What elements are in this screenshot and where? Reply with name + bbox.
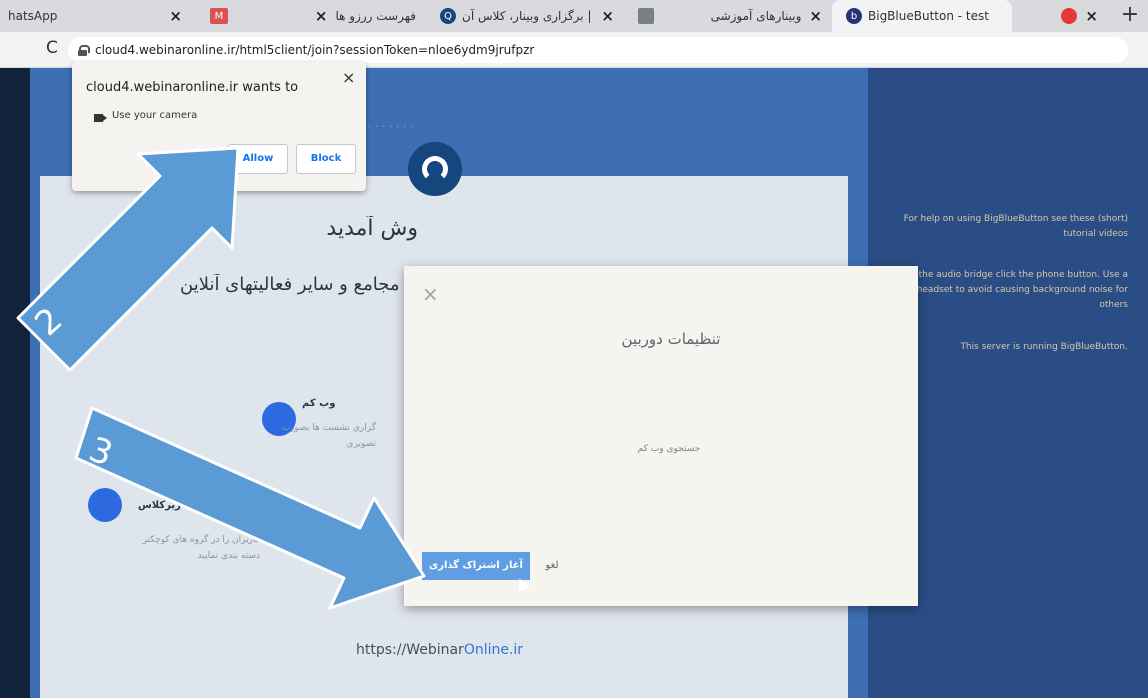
allow-button[interactable]: Allow <box>228 144 288 174</box>
webinar-logo-icon: Q <box>440 8 456 24</box>
qr-icon <box>638 8 654 24</box>
browser-tab-bar: hatsApp × M × فهرست ررزو ها Q وبینار آنل… <box>0 0 1148 32</box>
footer-url-main: Webinar <box>406 642 464 658</box>
close-icon[interactable]: × <box>422 282 439 306</box>
tab-educational-webinars[interactable]: وبینارهای آموزشی × <box>690 0 830 32</box>
tab-close-icon[interactable]: × <box>1085 7 1098 25</box>
tab-close-icon[interactable]: × <box>169 7 182 25</box>
welcome-title: وش آمدید <box>326 216 418 241</box>
permission-request: Use your camera <box>112 110 198 121</box>
cancel-button[interactable]: لغو <box>534 556 570 576</box>
footer-url-accent: Online.ir <box>463 642 524 658</box>
tab-label: BigBlueButton - test <box>868 9 989 23</box>
permission-title: cloud4.webinaronline.ir wants to <box>86 80 299 95</box>
tab-recording[interactable]: × <box>1012 0 1106 32</box>
feature-desc: کاربران را در گروه های کوچکتر دسته بندی ن… <box>142 535 260 561</box>
footer-url-prefix: https:// <box>356 642 407 658</box>
breakout-feature-icon <box>88 488 122 522</box>
reload-icon[interactable]: C <box>46 38 58 58</box>
mail-icon: M <box>210 8 228 24</box>
feature-title: وب کم <box>302 398 336 409</box>
chat-tabs-strip: · · · · · · · <box>368 120 414 133</box>
sidebar-server-text: This server is running BigBlueButton. <box>960 342 1128 352</box>
close-icon[interactable]: × <box>342 68 355 87</box>
sidebar-audio-text: join the audio bridge click the phone bu… <box>899 270 1128 310</box>
tab-close-icon[interactable]: × <box>601 7 614 25</box>
camera-settings-modal: × تنظیمات دوربین جستجوی وب کم آغاز اشترا… <box>404 266 918 606</box>
tab-bigbluebutton[interactable]: b BigBlueButton - test <box>832 0 1012 32</box>
tab-close-icon[interactable]: × <box>315 7 328 25</box>
webinar-logo-icon <box>408 142 462 196</box>
url-field[interactable]: cloud4.webinaronline.ir/html5client/join… <box>68 37 1128 63</box>
camera-permission-popup: cloud4.webinaronline.ir wants to × Use y… <box>72 62 366 191</box>
url-text: cloud4.webinaronline.ir/html5client/join… <box>95 43 535 57</box>
new-tab-button[interactable]: + <box>1118 4 1142 28</box>
camera-icon <box>94 114 103 122</box>
footer-url[interactable]: https://WebinarOnline.ir <box>356 642 523 658</box>
modal-title: تنظیمات دوربین <box>621 330 721 348</box>
tab-label: فهرست ررزو ها <box>335 9 416 23</box>
tab-label: وبینارهای آموزشی <box>710 9 802 23</box>
block-button[interactable]: Block <box>296 144 356 174</box>
tab-label: hatsApp <box>8 9 58 23</box>
feature-title: ایجاد زیرکلاس <box>138 500 208 511</box>
tab-whatsapp[interactable]: hatsApp × <box>0 0 190 32</box>
tab-close-icon[interactable]: × <box>809 7 822 25</box>
webcam-search-status: جستجوی وب کم <box>637 444 701 454</box>
left-edge <box>0 68 30 698</box>
lock-icon <box>78 44 90 56</box>
welcome-subtitle: ستها، مجامع و سایر فعالیتهای آنلاین. <box>180 274 418 295</box>
recording-icon <box>1061 8 1078 24</box>
tab-reservations[interactable]: × فهرست ررزو ها <box>244 0 424 32</box>
start-sharing-button[interactable]: آغاز اشتراک گذاری <box>422 552 530 580</box>
tab-mail[interactable]: M <box>196 0 240 32</box>
feature-desc: گزاری نشست ها بصورت تصویری <box>281 423 376 449</box>
sidebar-help-text: For help on using BigBlueButton see thes… <box>903 214 1128 239</box>
tab-label: وبینار آنلاین | برگزاری وبینار، کلاس آن <box>462 9 593 23</box>
bigbluebutton-icon: b <box>846 8 862 24</box>
tab-webinar-online[interactable]: Q وبینار آنلاین | برگزاری وبینار، کلاس آ… <box>426 0 622 32</box>
tab-qr[interactable] <box>624 0 660 32</box>
